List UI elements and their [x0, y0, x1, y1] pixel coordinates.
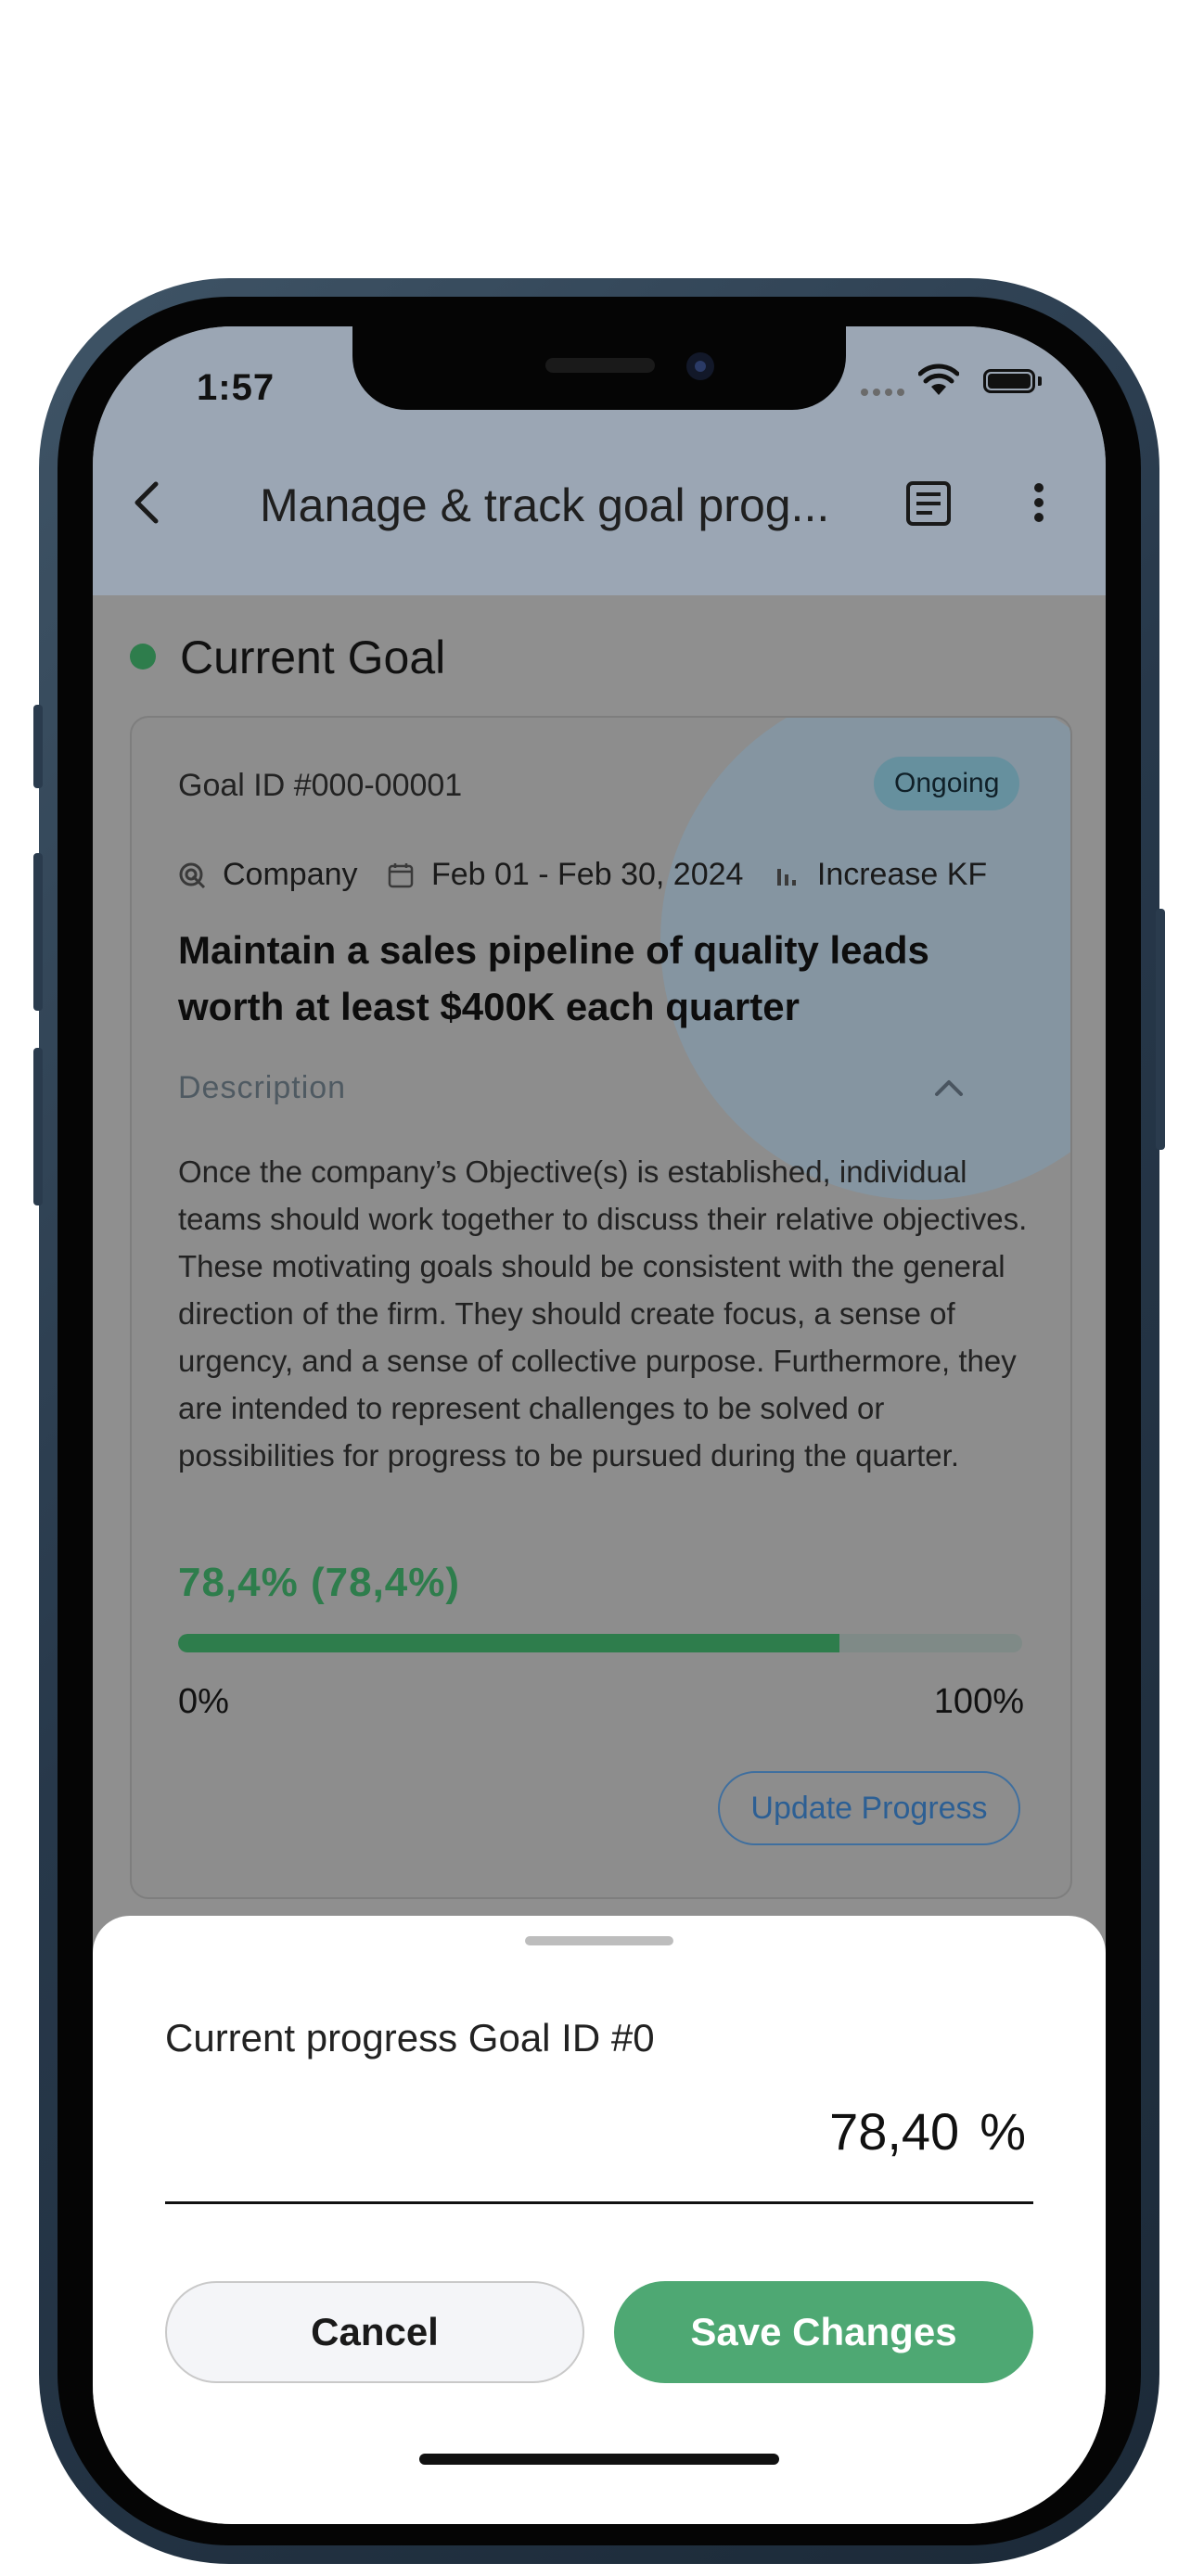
percent-unit: % [980, 2102, 1026, 2161]
bar-chart-icon [776, 868, 796, 886]
mute-switch [33, 705, 43, 788]
volume-up-button [33, 853, 43, 1011]
meta-type-label: Increase KF [816, 857, 988, 892]
meta-date-label: Feb 01 - Feb 30, 2024 [430, 857, 744, 892]
wifi-icon [918, 363, 959, 395]
description-text: Once the company’s Objective(s) is estab… [178, 1154, 1028, 1473]
back-chevron-icon[interactable] [121, 475, 176, 530]
meta-type: Increase KF [773, 857, 987, 893]
progress-bar-fill [178, 1634, 840, 1652]
volume-down-button [33, 1048, 43, 1205]
status-badge: Ongoing [874, 757, 1020, 810]
current-goal-status-dot [130, 644, 156, 670]
goal-title: Maintain a sales pipeline of quality lea… [178, 928, 929, 1028]
save-changes-button[interactable]: Save Changes [614, 2281, 1033, 2383]
progress-min-label: 0% [178, 1682, 229, 1721]
goal-id: Goal ID #000-00001 [178, 768, 463, 803]
description-label[interactable]: Description [178, 1070, 346, 1106]
progress-max-label: 100% [933, 1682, 1024, 1721]
front-camera [686, 352, 714, 380]
status-time: 1:57 [197, 367, 275, 408]
battery-icon [983, 369, 1035, 393]
earpiece-speaker [545, 358, 655, 373]
meta-date: Feb 01 - Feb 30, 2024 [387, 857, 743, 893]
battery-tip [1038, 376, 1042, 386]
section-title: Current Goal [180, 631, 446, 683]
progress-input[interactable]: 78,40% [829, 2101, 1026, 2162]
more-vertical-icon[interactable] [1025, 475, 1053, 530]
cellular-signal-icon [861, 384, 909, 401]
sheet-drag-handle[interactable] [525, 1936, 673, 1945]
progress-bar [178, 1634, 1022, 1652]
home-indicator[interactable] [419, 2454, 779, 2465]
cancel-button[interactable]: Cancel [165, 2281, 584, 2383]
progress-input-underline [165, 2201, 1033, 2204]
goal-card: Goal ID #000-00001 Ongoing Company Feb 0 [130, 716, 1072, 1899]
phone-screen: 1:57 Manage & track goal prog... Current… [93, 326, 1106, 2524]
target-icon [179, 862, 206, 888]
progress-bottom-sheet: Current progress Goal ID #0 78,40% Cance… [93, 1916, 1106, 2524]
progress-label: 78,4% (78,4%) [178, 1560, 461, 1605]
document-icon[interactable] [904, 479, 953, 528]
progress-input-label: Current progress Goal ID #0 [165, 2016, 655, 2060]
meta-scope-label: Company [223, 857, 358, 892]
power-button [1156, 909, 1165, 1150]
page-title: Manage & track goal prog... [260, 479, 830, 531]
meta-scope: Company [178, 857, 358, 893]
chevron-up-icon[interactable] [929, 1068, 968, 1107]
update-progress-button[interactable]: Update Progress [718, 1771, 1020, 1845]
calendar-icon [388, 862, 414, 887]
goal-meta-row: Company Feb 01 - Feb 30, 2024 Increase K… [178, 857, 1007, 898]
progress-input-value[interactable]: 78,40 [829, 2102, 959, 2161]
